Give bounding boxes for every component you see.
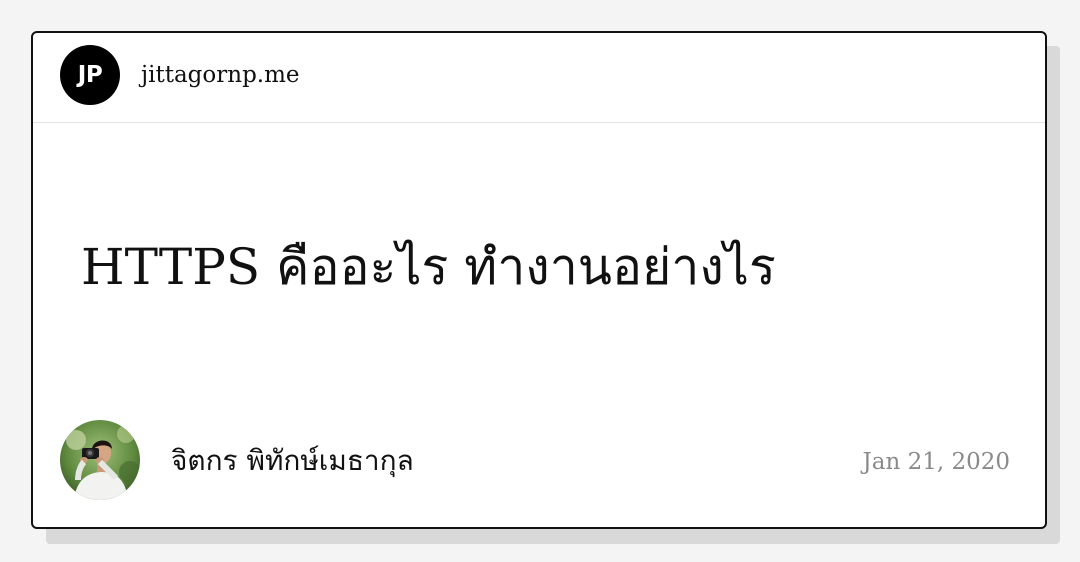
author-avatar <box>60 420 140 500</box>
site-domain[interactable]: jittagornp.me <box>141 60 300 90</box>
site-logo-text: JP <box>77 62 103 88</box>
link-preview-card[interactable]: JP jittagornp.me HTTPS คืออะไร ทำงานอย่า… <box>31 31 1047 529</box>
post-title[interactable]: HTTPS คืออะไร ทำงานอย่างไร <box>81 237 776 297</box>
post-date: Jan 21, 2020 <box>862 449 1010 475</box>
author-photo-icon <box>60 420 140 500</box>
author-name[interactable]: จิตกร พิทักษ์เมธากุล <box>171 443 414 479</box>
site-logo-icon[interactable]: JP <box>60 45 120 105</box>
card-header: JP jittagornp.me <box>33 33 1045 123</box>
